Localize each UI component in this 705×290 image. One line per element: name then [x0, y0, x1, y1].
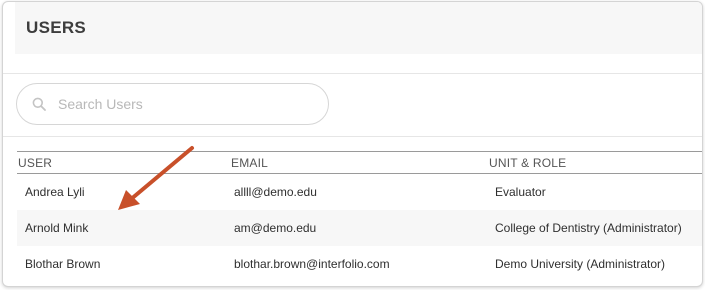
email-cell: blothar.brown@interfolio.com — [234, 257, 390, 271]
user-name-cell[interactable]: Andrea Lyli — [25, 185, 85, 199]
email-cell: allll@demo.edu — [234, 185, 317, 199]
divider — [3, 73, 702, 74]
email-cell: am@demo.edu — [234, 221, 317, 235]
user-name-cell[interactable]: Arnold Mink — [25, 221, 88, 235]
users-panel: USERS USER EMAIL UNIT & ROLE Andrea Lyli… — [2, 1, 703, 287]
column-header-unit-role[interactable]: UNIT & ROLE — [489, 156, 566, 170]
search-box[interactable] — [16, 83, 329, 125]
annotation-arrow-icon — [118, 146, 194, 210]
unit-role-cell: Evaluator — [495, 185, 546, 199]
page-title: USERS — [26, 18, 87, 37]
search-input[interactable] — [58, 93, 308, 115]
unit-role-cell: Demo University (Administrator) — [495, 257, 666, 271]
table-row[interactable]: Blothar Brown blothar.brown@interfolio.c… — [17, 246, 702, 282]
divider — [3, 136, 702, 137]
user-name-cell[interactable]: Blothar Brown — [25, 257, 100, 271]
unit-role-cell: College of Dentistry (Administrator) — [495, 221, 682, 235]
page-header — [15, 2, 702, 54]
column-header-user[interactable]: USER — [18, 156, 52, 170]
column-header-email[interactable]: EMAIL — [231, 156, 268, 170]
search-icon — [32, 97, 46, 111]
